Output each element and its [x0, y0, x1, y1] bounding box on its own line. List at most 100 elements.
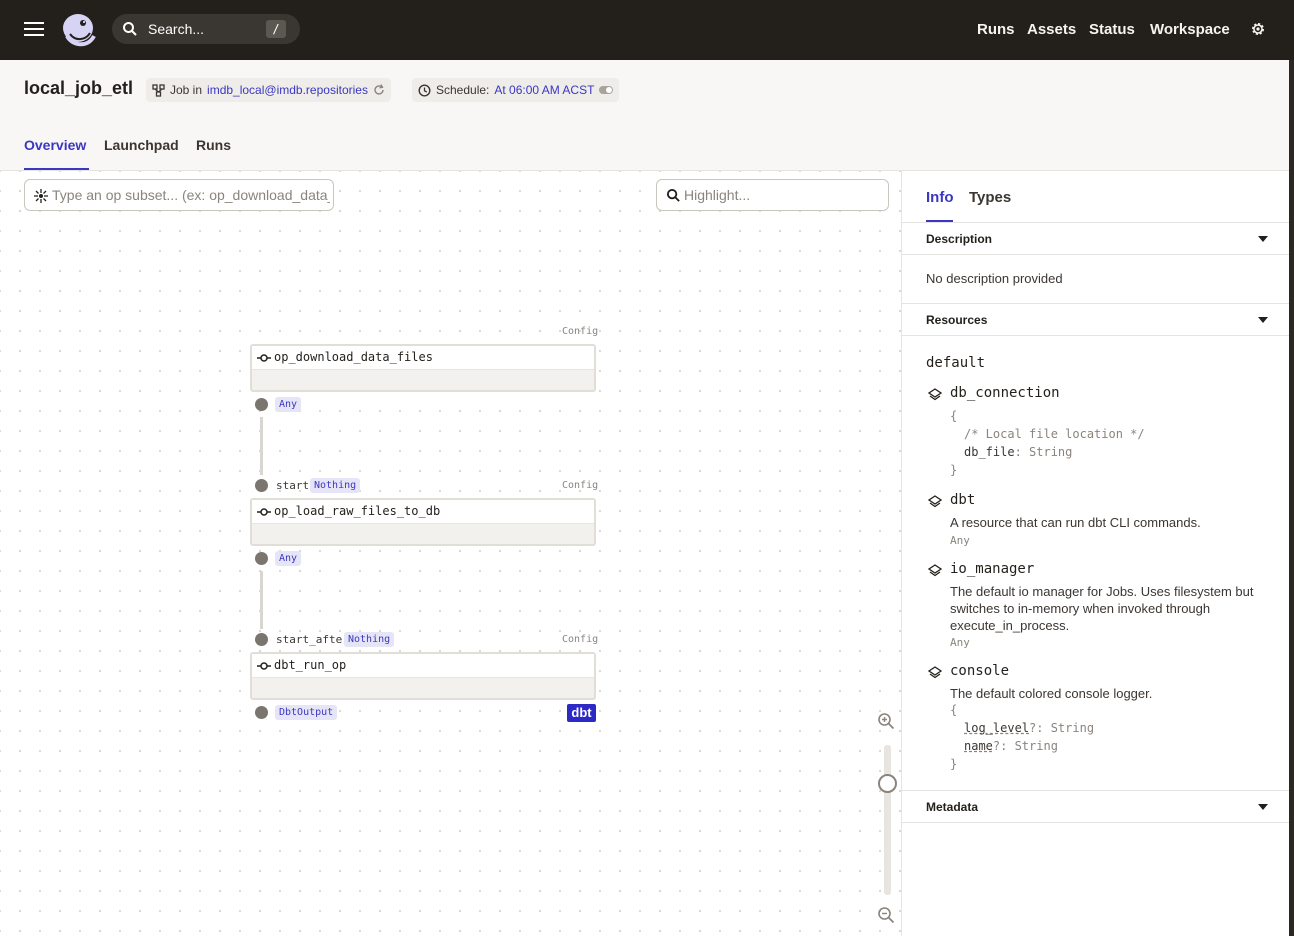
input-name: start	[276, 479, 310, 492]
output-port[interactable]	[255, 398, 268, 411]
schedule-toggle[interactable]	[599, 86, 614, 94]
zoom-in-icon[interactable]	[877, 712, 895, 730]
config-comment: /* Local file location */	[964, 427, 1145, 441]
search-placeholder: Search...	[148, 21, 205, 37]
output-port[interactable]	[255, 552, 268, 565]
op-selector-icon	[34, 189, 48, 203]
schedule-prefix: Schedule:	[436, 83, 490, 97]
window-edge	[1289, 60, 1294, 936]
resources-section-header[interactable]: Resources	[902, 304, 1290, 336]
output-port[interactable]	[255, 706, 268, 719]
tab-launchpad[interactable]: Launchpad	[104, 137, 179, 153]
config-key: name	[964, 739, 993, 753]
layers-icon	[928, 388, 942, 401]
output-type-tag: Any	[275, 397, 302, 412]
op-node-load-raw[interactable]: op_load_raw_files_to_db	[250, 498, 596, 546]
page-title: local_job_etl	[24, 78, 134, 98]
schedule-link[interactable]: At 06:00 AM ACST	[494, 83, 594, 97]
config-key: db_file	[964, 445, 1015, 459]
job-repository-pill: Job in imdb_local@imdb.repositories	[146, 78, 391, 102]
search-icon	[123, 22, 137, 36]
section-title: Resources	[926, 313, 988, 327]
op-icon	[257, 508, 271, 516]
job-icon	[152, 83, 165, 97]
config-close-brace: }	[950, 757, 958, 771]
tab-types[interactable]: Types	[969, 189, 1011, 206]
divider	[902, 254, 1290, 255]
config-type: ?: String	[992, 739, 1058, 753]
output-type-tag: Any	[275, 551, 302, 566]
op-node-dbt-run[interactable]: dbt_run_op	[250, 652, 596, 700]
layers-icon	[928, 564, 942, 577]
config-field: db_file: String	[964, 445, 1072, 459]
op-subset-field[interactable]	[24, 179, 334, 211]
config-type: ?: String	[1029, 721, 1095, 735]
op-graph-canvas[interactable]: Config op_download_data_files Any start …	[0, 171, 901, 936]
divider	[902, 822, 1290, 823]
op-subset-input[interactable]	[52, 187, 330, 203]
config-label: Config	[562, 326, 599, 337]
chevron-down-icon	[1258, 317, 1268, 323]
zoom-out-icon[interactable]	[877, 906, 895, 924]
config-open-brace: {	[950, 409, 958, 423]
divider	[902, 335, 1290, 336]
section-title: Description	[926, 232, 993, 246]
graph-edge	[260, 417, 263, 475]
search-icon	[666, 188, 680, 202]
tab-runs[interactable]: Runs	[196, 137, 231, 153]
search-shortcut-key: /	[266, 20, 286, 38]
graph-edge	[260, 571, 263, 629]
dagster-logo-icon[interactable]	[58, 10, 98, 50]
sidebar-panel: Info Types Description No description pr…	[901, 171, 1290, 936]
metadata-section-header[interactable]: Metadata	[902, 791, 1290, 823]
gear-icon[interactable]	[1250, 21, 1266, 37]
resource-group-name: default	[926, 355, 986, 371]
menu-icon[interactable]	[24, 21, 44, 37]
config-key: log_level	[964, 721, 1030, 735]
op-node-header: op_download_data_files	[252, 346, 594, 370]
nav-runs[interactable]: Runs	[977, 21, 1015, 38]
config-close-brace: }	[950, 463, 958, 477]
config-open-brace: {	[950, 703, 958, 717]
op-node-download[interactable]: op_download_data_files	[250, 344, 596, 392]
reload-icon[interactable]	[373, 84, 385, 96]
highlight-input[interactable]	[684, 187, 884, 203]
op-icon	[257, 662, 271, 670]
config-field: log_level?: String	[964, 721, 1094, 735]
nav-status[interactable]: Status	[1089, 21, 1135, 38]
input-name: start_after	[276, 633, 349, 646]
op-name: op_download_data_files	[274, 350, 433, 364]
op-name: dbt_run_op	[274, 658, 347, 672]
input-type-tag: Nothing	[310, 478, 361, 493]
zoom-slider-handle[interactable]	[878, 774, 897, 793]
description-text: No description provided	[926, 271, 1063, 286]
layers-icon	[928, 495, 942, 508]
nav-workspace[interactable]: Workspace	[1150, 21, 1230, 38]
schedule-pill: Schedule: At 06:00 AM ACST	[412, 78, 620, 102]
repository-link[interactable]: imdb_local@imdb.repositories	[207, 83, 368, 97]
input-port[interactable]	[255, 479, 268, 492]
global-search[interactable]: Search... /	[112, 14, 300, 44]
nav-assets[interactable]: Assets	[1027, 21, 1076, 38]
op-node-header: dbt_run_op	[252, 654, 594, 678]
resource-name: db_connection	[950, 385, 1060, 401]
top-bar: Search... / Runs Assets Status Workspace	[0, 0, 1294, 60]
config-type: : String	[1014, 445, 1073, 459]
tab-info[interactable]: Info	[926, 189, 954, 206]
op-name: op_load_raw_files_to_db	[274, 504, 441, 518]
description-section-header[interactable]: Description	[902, 223, 1290, 255]
zoom-slider-track[interactable]	[884, 745, 891, 895]
output-type-tag: DbtOutput	[275, 705, 338, 720]
resource-name: io_manager	[950, 561, 1035, 577]
resource-description: The default io manager for Jobs. Uses fi…	[950, 584, 1254, 633]
tab-overview[interactable]: Overview	[24, 137, 86, 153]
highlight-field[interactable]	[656, 179, 889, 211]
clock-icon	[418, 83, 431, 97]
resource-name: dbt	[950, 492, 976, 508]
dbt-kind-tag: dbt	[567, 704, 596, 722]
resource-description: The default colored console logger.	[950, 686, 1153, 701]
config-label: Config	[562, 634, 599, 645]
section-title: Metadata	[926, 800, 979, 814]
input-port[interactable]	[255, 633, 268, 646]
resource-type: Any	[950, 636, 970, 649]
